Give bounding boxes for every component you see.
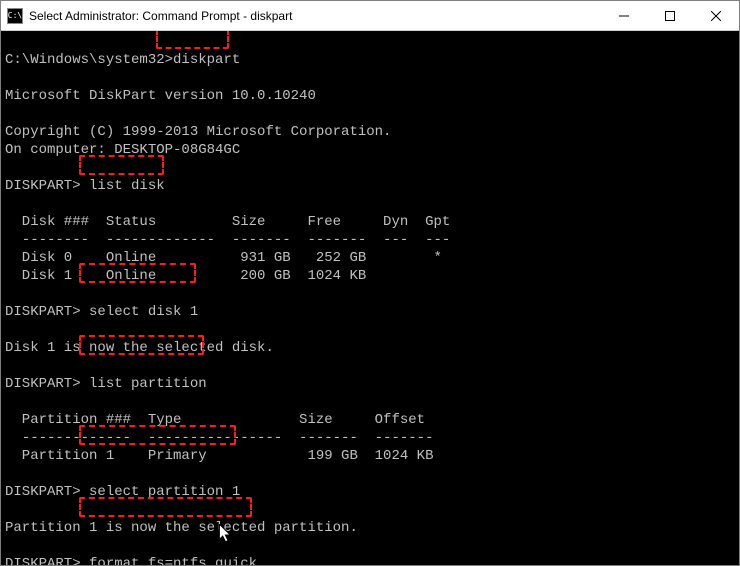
terminal-line: Disk 0 Online 931 GB 252 GB * [5, 250, 442, 266]
cmd-diskpart: diskpart [173, 52, 240, 68]
dp-prompt: DISKPART> [5, 376, 89, 392]
terminal-line: Partition 1 is now the selected partitio… [5, 520, 358, 536]
terminal-line: Disk ### Status Size Free Dyn Gpt [5, 214, 450, 230]
prompt-path: C:\Windows\system32> [5, 52, 173, 68]
terminal-line: -------- ------------- ------- ------- -… [5, 232, 450, 248]
highlight-listdisk [79, 155, 164, 175]
dp-prompt: DISKPART> [5, 304, 89, 320]
window-title: Select Administrator: Command Prompt - d… [29, 9, 292, 23]
terminal-line: Disk 1 Online 200 GB 1024 KB [5, 268, 366, 284]
terminal-line: Copyright (C) 1999-2013 Microsoft Corpor… [5, 124, 391, 140]
terminal-line: C:\Windows\system32>diskpart [5, 52, 240, 68]
dp-prompt: DISKPART> [5, 484, 89, 500]
cmd-selectdisk: select disk 1 [89, 304, 198, 320]
command-prompt-window: C:\ Select Administrator: Command Prompt… [0, 0, 740, 566]
terminal-line: DISKPART> format fs=ntfs quick [5, 556, 257, 565]
terminal-line: Disk 1 is now the selected disk. [5, 340, 274, 356]
cmd-format: format fs=ntfs quick [89, 556, 257, 565]
close-icon [711, 11, 721, 21]
cmd-listdisk: list disk [89, 178, 165, 194]
dp-prompt: DISKPART> [5, 178, 89, 194]
terminal-line: DISKPART> select partition 1 [5, 484, 240, 500]
titlebar[interactable]: C:\ Select Administrator: Command Prompt… [1, 1, 739, 31]
minimize-button[interactable] [601, 1, 647, 31]
dp-prompt: DISKPART> [5, 556, 89, 565]
terminal-line: Microsoft DiskPart version 10.0.10240 [5, 88, 316, 104]
minimize-icon [619, 11, 629, 21]
maximize-button[interactable] [647, 1, 693, 31]
highlight-format [79, 497, 252, 517]
terminal-line: On computer: DESKTOP-08G84GC [5, 142, 240, 158]
terminal-area[interactable]: C:\Windows\system32>diskpart Microsoft D… [1, 31, 739, 565]
terminal-line: DISKPART> list partition [5, 376, 207, 392]
cmd-listpart: list partition [89, 376, 207, 392]
cmd-selectpart: select partition 1 [89, 484, 240, 500]
terminal-line: ------------- ---------------- ------- -… [5, 430, 433, 446]
terminal-line: Partition ### Type Size Offset [5, 412, 425, 428]
terminal-line: DISKPART> select disk 1 [5, 304, 198, 320]
close-button[interactable] [693, 1, 739, 31]
highlight-diskpart [156, 31, 229, 49]
cmd-icon: C:\ [7, 8, 23, 24]
maximize-icon [665, 11, 675, 21]
terminal-line: DISKPART> list disk [5, 178, 165, 194]
terminal-line: Partition 1 Primary 199 GB 1024 KB [5, 448, 433, 464]
